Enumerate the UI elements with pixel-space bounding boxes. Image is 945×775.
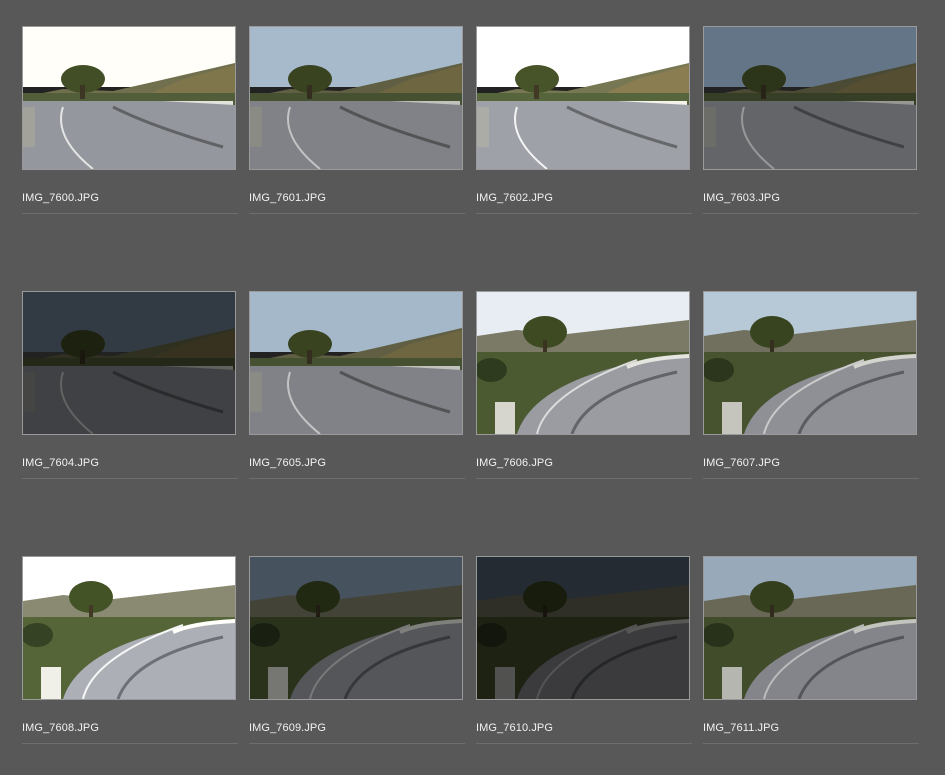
thumbnail-image[interactable]: [476, 26, 690, 170]
thumbnail-image[interactable]: [476, 291, 690, 435]
row-divider: [476, 213, 692, 214]
thumbnail-cell[interactable]: IMG_7611.JPG: [703, 556, 919, 746]
thumbnail-filename: IMG_7607.JPG: [703, 457, 781, 469]
thumbnail-image[interactable]: [249, 291, 463, 435]
thumbnail-image[interactable]: [22, 556, 236, 700]
thumbnail-cell[interactable]: IMG_7610.JPG: [476, 556, 692, 746]
thumbnail-cell[interactable]: IMG_7605.JPG: [249, 291, 465, 481]
thumbnail-cell[interactable]: IMG_7609.JPG: [249, 556, 465, 746]
thumbnail-filename: IMG_7610.JPG: [476, 722, 554, 734]
thumbnail-filename: IMG_7604.JPG: [22, 457, 100, 469]
thumbnail-cell[interactable]: IMG_7606.JPG: [476, 291, 692, 481]
thumbnail-filename: IMG_7600.JPG: [22, 192, 100, 204]
row-divider: [476, 478, 692, 479]
row-divider: [703, 743, 919, 744]
thumbnail-image[interactable]: [249, 556, 463, 700]
row-divider: [476, 743, 692, 744]
thumbnail-image[interactable]: [249, 26, 463, 170]
thumbnail-cell[interactable]: IMG_7608.JPG: [22, 556, 238, 746]
row-divider: [249, 743, 465, 744]
thumbnail-cell[interactable]: IMG_7600.JPG: [22, 26, 238, 216]
thumbnail-cell[interactable]: IMG_7603.JPG: [703, 26, 919, 216]
row-divider: [22, 478, 238, 479]
thumbnail-cell[interactable]: IMG_7607.JPG: [703, 291, 919, 481]
thumbnail-filename: IMG_7603.JPG: [703, 192, 781, 204]
thumbnail-filename: IMG_7608.JPG: [22, 722, 100, 734]
row-divider: [249, 213, 465, 214]
thumbnail-cell[interactable]: IMG_7601.JPG: [249, 26, 465, 216]
thumbnail-image[interactable]: [476, 556, 690, 700]
thumbnail-image[interactable]: [703, 291, 917, 435]
row-divider: [703, 213, 919, 214]
row-divider: [249, 478, 465, 479]
thumbnail-filename: IMG_7606.JPG: [476, 457, 554, 469]
row-divider: [22, 743, 238, 744]
thumbnail-filename: IMG_7605.JPG: [249, 457, 327, 469]
thumbnail-image[interactable]: [703, 26, 917, 170]
thumbnail-image[interactable]: [22, 26, 236, 170]
row-divider: [22, 213, 238, 214]
thumbnail-filename: IMG_7609.JPG: [249, 722, 327, 734]
thumbnail-image[interactable]: [22, 291, 236, 435]
row-divider: [703, 478, 919, 479]
thumbnail-cell[interactable]: IMG_7602.JPG: [476, 26, 692, 216]
thumbnail-filename: IMG_7601.JPG: [249, 192, 327, 204]
thumbnail-filename: IMG_7611.JPG: [703, 722, 780, 734]
thumbnail-image[interactable]: [703, 556, 917, 700]
thumbnail-filename: IMG_7602.JPG: [476, 192, 554, 204]
thumbnail-grid: IMG_7600.JPG IMG_7601.JPG IMG_7602.JPG I…: [0, 0, 945, 775]
thumbnail-cell[interactable]: IMG_7604.JPG: [22, 291, 238, 481]
